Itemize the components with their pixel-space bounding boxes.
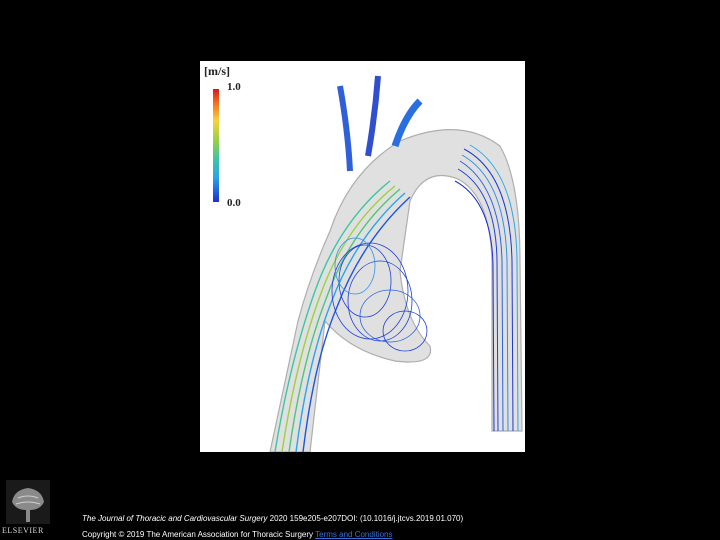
colorbar-unit-label: [m/s]: [204, 64, 230, 78]
head-vessel-2: [365, 75, 381, 157]
velocity-colorbar: [213, 89, 219, 202]
copyright-line: Copyright © 2019 The American Associatio…: [82, 530, 393, 539]
aortic-streamline-illustration: [269, 75, 523, 452]
terms-and-conditions-link[interactable]: Terms and Conditions: [315, 530, 392, 539]
colorbar-min-label: 0.0: [227, 197, 241, 209]
copyright-text: Copyright © 2019 The American Associatio…: [82, 530, 314, 539]
citation-reference: 2020 159e205-e207DOI: (10.1016/j.jtcvs.2…: [269, 514, 464, 523]
journal-title: The Journal of Thoracic and Cardiovascul…: [82, 514, 268, 523]
elsevier-wordmark: ELSEVIER: [2, 526, 44, 535]
head-vessel-1: [337, 85, 353, 172]
aorta-flow-figure: [m/s] 1.0 0.0: [200, 61, 525, 452]
citation-line: The Journal of Thoracic and Cardiovascul…: [82, 514, 463, 523]
colorbar-max-label: 1.0: [227, 81, 241, 93]
